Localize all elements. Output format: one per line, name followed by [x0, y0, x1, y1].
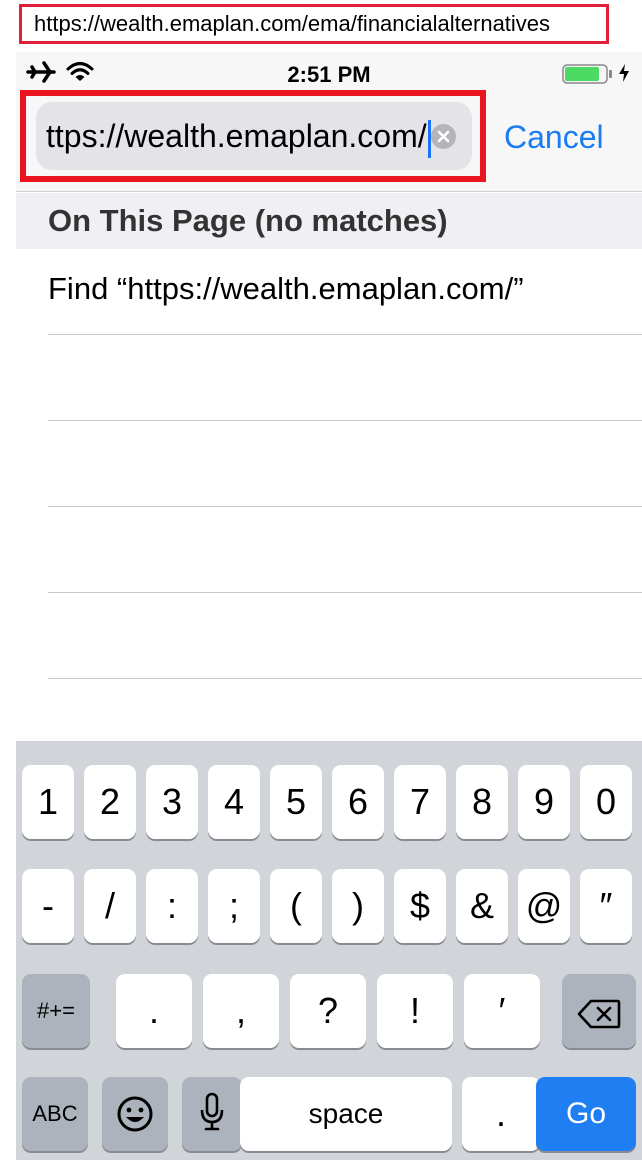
- find-suggestion-label: Find “https://wealth.emaplan.com/”: [48, 271, 524, 306]
- key-row1-6[interactable]: 7: [394, 765, 446, 839]
- address-search-value: ttps://wealth.emaplan.com/: [46, 118, 427, 154]
- battery-level-fill: [565, 67, 599, 81]
- period-key[interactable]: .: [462, 1077, 540, 1151]
- find-suggestion-row[interactable]: Find “https://wealth.emaplan.com/”: [16, 249, 642, 335]
- key-row2-0-label: -: [42, 885, 54, 926]
- list-item: [16, 421, 642, 507]
- key-row1-1[interactable]: 2: [84, 765, 136, 839]
- key-row1-8-label: 9: [533, 781, 555, 822]
- key-row3-4[interactable]: ′: [464, 974, 540, 1048]
- space-key-label: space: [308, 1098, 384, 1129]
- battery-icon: [562, 64, 614, 89]
- key-row1-8[interactable]: 9: [518, 765, 570, 839]
- key-row3-2[interactable]: ?: [290, 974, 366, 1048]
- period-key-label: .: [495, 1093, 506, 1134]
- key-row2-6[interactable]: $: [394, 869, 446, 943]
- phone-screen: 2:51 PM ttps://wealth.emaplan.com/ Cance…: [16, 52, 642, 1160]
- status-bar: 2:51 PM: [16, 52, 642, 92]
- key-row2-8-label: @: [525, 885, 563, 926]
- list-item: [16, 593, 642, 679]
- key-row2-1[interactable]: /: [84, 869, 136, 943]
- list-item: [16, 507, 642, 593]
- key-row2-9-label: ″: [599, 885, 613, 926]
- key-row3-4-label: ′: [498, 990, 506, 1031]
- key-row1-2[interactable]: 3: [146, 765, 198, 839]
- key-row3-0[interactable]: .: [116, 974, 192, 1048]
- key-row1-0-label: 1: [37, 781, 59, 822]
- key-row1-4[interactable]: 5: [270, 765, 322, 839]
- key-row2-7-label: &: [469, 885, 494, 926]
- key-row2-9[interactable]: ″: [580, 869, 632, 943]
- key-row3-1[interactable]: ,: [203, 974, 279, 1048]
- charging-bolt-icon: [618, 63, 630, 88]
- url-annotation-banner: https://wealth.emaplan.com/ema/financial…: [19, 4, 609, 44]
- key-row3-3[interactable]: !: [377, 974, 453, 1048]
- key-row1-7[interactable]: 8: [456, 765, 508, 839]
- key-row2-1-label: /: [104, 885, 115, 926]
- key-row1-5[interactable]: 6: [332, 765, 384, 839]
- key-row1-0[interactable]: 1: [22, 765, 74, 839]
- url-annotation-text: https://wealth.emaplan.com/ema/financial…: [34, 11, 551, 36]
- key-row3-1-label: ,: [235, 990, 246, 1031]
- key-row1-3[interactable]: 4: [208, 765, 260, 839]
- emoji-icon: [102, 1077, 168, 1143]
- row-separator: [48, 678, 642, 679]
- symbols-key-label: #+=: [37, 998, 75, 1023]
- dictation-key[interactable]: [182, 1077, 242, 1151]
- key-row1-1-label: 2: [99, 781, 121, 822]
- key-row1-7-label: 8: [471, 781, 493, 822]
- key-row2-4-label: (: [290, 885, 302, 926]
- key-row2-3-label: ;: [228, 885, 239, 926]
- delete-key[interactable]: [562, 974, 636, 1048]
- key-row1-4-label: 5: [285, 781, 307, 822]
- numeric-keyboard: ABC space . Go #+= 1 2 3 4 5 6 7 8 9 0 -…: [16, 741, 642, 1160]
- symbols-key[interactable]: #+=: [22, 974, 90, 1048]
- find-on-page-header: ttps://wealth.emaplan.com/ Cancel: [16, 90, 642, 192]
- key-row1-9-label: 0: [595, 781, 617, 822]
- key-row1-6-label: 7: [409, 781, 431, 822]
- clear-circle-icon[interactable]: [431, 124, 456, 149]
- key-row3-2-label: ?: [317, 990, 339, 1031]
- key-row2-8[interactable]: @: [518, 869, 570, 943]
- microphone-icon: [182, 1077, 242, 1141]
- key-row3-3-label: !: [409, 990, 420, 1031]
- key-row2-5[interactable]: ): [332, 869, 384, 943]
- key-row1-5-label: 6: [347, 781, 369, 822]
- key-row1-9[interactable]: 0: [580, 765, 632, 839]
- key-row2-0[interactable]: -: [22, 869, 74, 943]
- key-row2-6-label: $: [409, 885, 431, 926]
- go-button[interactable]: Go: [536, 1077, 636, 1151]
- emoji-key[interactable]: [102, 1077, 168, 1151]
- abc-key-label: ABC: [32, 1101, 78, 1126]
- key-row2-2[interactable]: :: [146, 869, 198, 943]
- key-row3-0-label: .: [148, 990, 159, 1031]
- go-button-label: Go: [565, 1097, 607, 1130]
- cancel-button[interactable]: Cancel: [504, 119, 604, 156]
- results-list: Find “https://wealth.emaplan.com/”: [16, 249, 642, 679]
- key-row1-2-label: 3: [161, 781, 183, 822]
- key-row2-5-label: ): [352, 885, 364, 926]
- section-title: On This Page (no matches): [48, 203, 448, 238]
- abc-key[interactable]: ABC: [22, 1077, 88, 1151]
- key-row2-3[interactable]: ;: [208, 869, 260, 943]
- address-search-input[interactable]: ttps://wealth.emaplan.com/: [46, 102, 431, 170]
- key-row2-7[interactable]: &: [456, 869, 508, 943]
- key-row2-2-label: :: [166, 885, 177, 926]
- list-item: [16, 335, 642, 421]
- key-row2-4[interactable]: (: [270, 869, 322, 943]
- delete-backspace-icon: [562, 974, 636, 1038]
- space-key[interactable]: space: [240, 1077, 452, 1151]
- address-search-field[interactable]: ttps://wealth.emaplan.com/: [36, 102, 472, 170]
- section-header: On This Page (no matches): [16, 193, 642, 249]
- status-time: 2:51 PM: [287, 62, 371, 87]
- key-row1-3-label: 4: [223, 781, 245, 822]
